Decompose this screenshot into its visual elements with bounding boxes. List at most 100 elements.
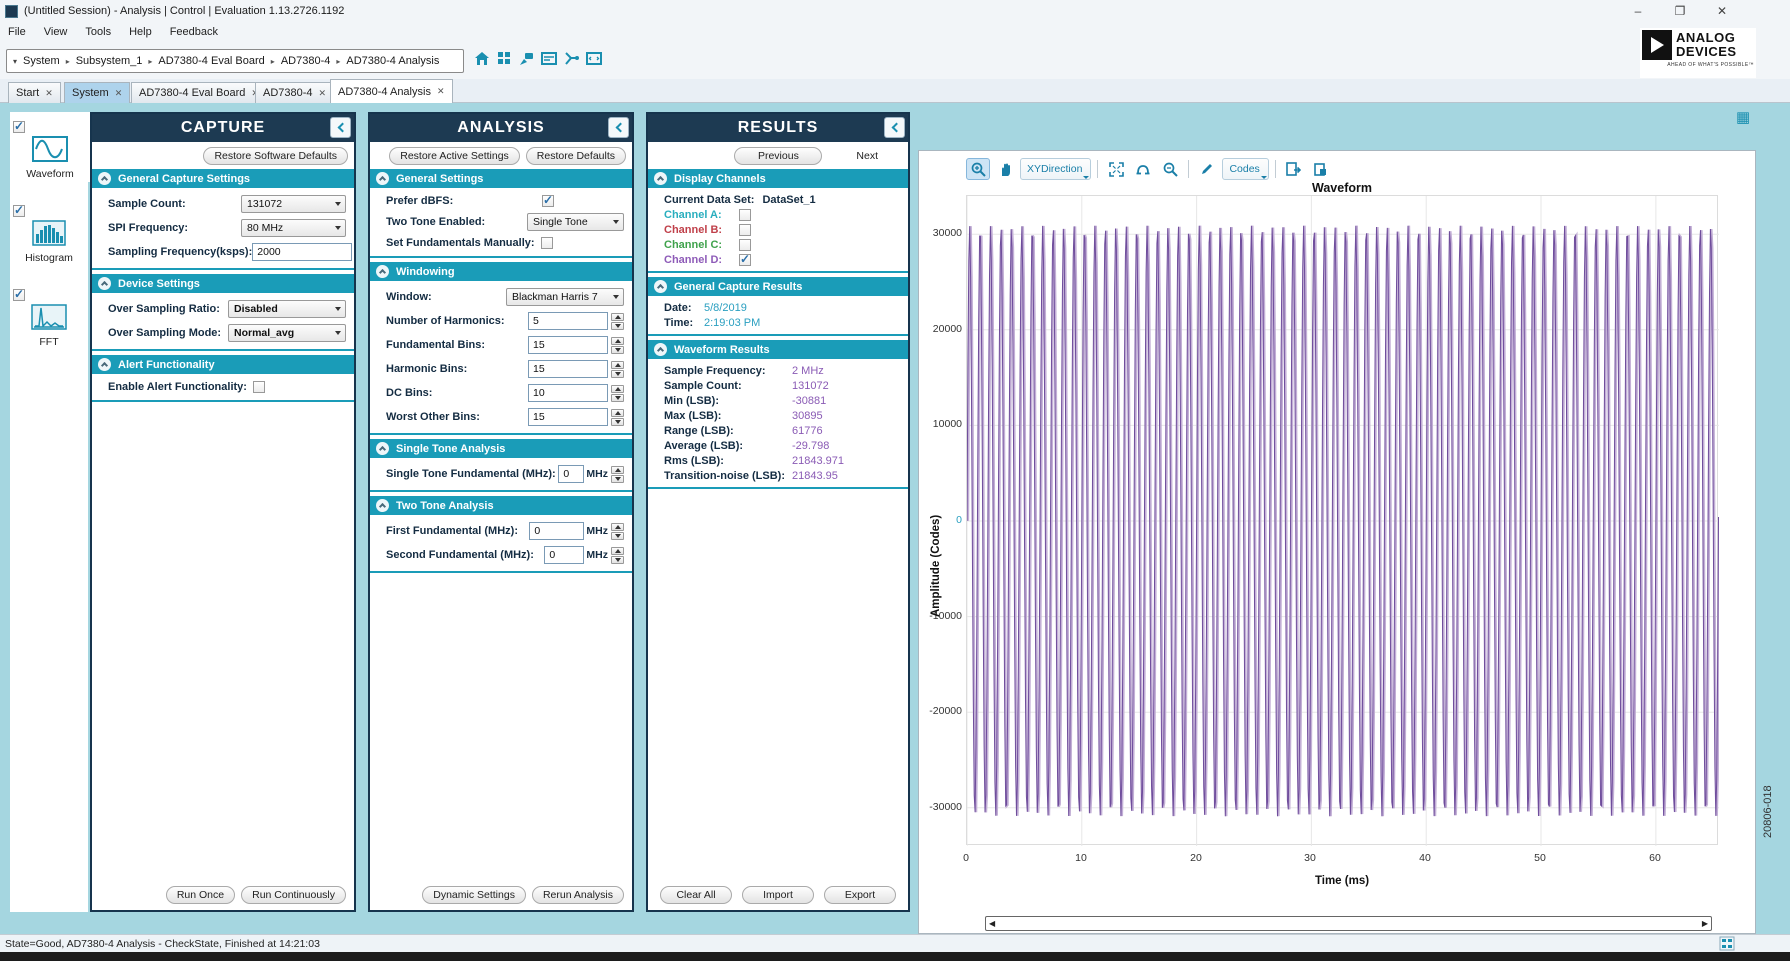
fundamental-bins-input[interactable] (528, 336, 608, 354)
over-sampling-ratio-dropdown[interactable]: Disabled (228, 300, 346, 318)
second-fundamental-input[interactable] (544, 546, 584, 564)
annotate-pencil-button[interactable] (1195, 158, 1219, 180)
fft-checkbox[interactable] (13, 289, 25, 301)
menu-tools[interactable]: Tools (85, 26, 111, 38)
collapse-section-icon[interactable] (376, 442, 389, 455)
fit-extents-button[interactable] (1104, 158, 1128, 180)
home-icon[interactable] (474, 51, 490, 66)
section-header[interactable]: Two Tone Analysis (370, 496, 632, 515)
xy-direction-button[interactable]: XYDirection (1020, 158, 1091, 180)
breadcrumb-eval-board[interactable]: AD7380-4 Eval Board (158, 55, 264, 67)
waveform-checkbox[interactable] (13, 121, 25, 133)
collapse-section-icon[interactable] (98, 358, 111, 371)
section-header[interactable]: Device Settings (92, 274, 354, 293)
spin-up-button[interactable] (611, 523, 624, 531)
run-once-button[interactable]: Run Once (166, 886, 235, 904)
spin-down-button[interactable] (611, 370, 624, 378)
components-icon[interactable] (497, 51, 512, 66)
sidebar-item-waveform[interactable]: Waveform (10, 112, 90, 182)
waveform-plot[interactable] (966, 195, 1718, 845)
tab-system[interactable]: System✕ (64, 82, 130, 103)
spin-down-button[interactable] (611, 418, 624, 426)
tab-start[interactable]: Start✕ (8, 82, 61, 103)
single-tone-fundamental-input[interactable] (558, 465, 584, 483)
channel-b-checkbox[interactable] (739, 224, 751, 236)
menu-feedback[interactable]: Feedback (170, 26, 218, 38)
over-sampling-mode-dropdown[interactable]: Normal_avg (228, 324, 346, 342)
spin-up-button[interactable] (611, 409, 624, 417)
close-tab-icon[interactable]: ✕ (115, 88, 123, 99)
spin-up-button[interactable] (611, 547, 624, 555)
spi-frequency-dropdown[interactable]: 80 MHz (241, 219, 346, 237)
window-dropdown[interactable]: Blackman Harris 7 (506, 288, 624, 306)
breadcrumb-analysis[interactable]: AD7380-4 Analysis (346, 55, 439, 67)
restore-software-defaults-button[interactable]: Restore Software Defaults (203, 147, 348, 165)
rerun-analysis-button[interactable]: Rerun Analysis (532, 886, 624, 904)
section-header[interactable]: Waveform Results (648, 340, 908, 359)
collapse-panel-button[interactable] (330, 117, 351, 138)
spin-up-button[interactable] (611, 313, 624, 321)
dynamic-settings-button[interactable]: Dynamic Settings (422, 886, 526, 904)
scroll-right-icon[interactable]: ▶ (1702, 919, 1708, 928)
restore-active-settings-button[interactable]: Restore Active Settings (389, 147, 520, 165)
restore-defaults-button[interactable]: Restore Defaults (526, 147, 626, 165)
spin-up-button[interactable] (611, 361, 624, 369)
chart-horizontal-scrollbar[interactable]: ◀ ▶ (985, 916, 1712, 931)
channel-a-checkbox[interactable] (739, 209, 751, 221)
zoom-region-button[interactable] (1158, 158, 1182, 180)
collapse-panel-button[interactable] (608, 117, 629, 138)
spin-up-button[interactable] (611, 337, 624, 345)
codes-units-button[interactable]: Codes (1222, 158, 1268, 180)
spin-down-button[interactable] (611, 475, 624, 483)
collapse-section-icon[interactable] (654, 280, 667, 293)
collapse-section-icon[interactable] (376, 172, 389, 185)
next-button[interactable]: Next (846, 147, 888, 165)
export-button[interactable]: Export (824, 886, 896, 904)
undo-zoom-button[interactable] (1131, 158, 1155, 180)
spin-down-button[interactable] (611, 394, 624, 402)
run-continuously-button[interactable]: Run Continuously (241, 886, 346, 904)
collapse-panel-button[interactable] (884, 117, 905, 138)
breadcrumb-subsystem[interactable]: Subsystem_1 (76, 55, 143, 67)
sidebar-item-histogram[interactable]: Histogram (10, 196, 88, 266)
script-icon[interactable] (586, 51, 602, 66)
dc-bins-input[interactable] (528, 384, 608, 402)
menu-view[interactable]: View (44, 26, 68, 38)
tab-eval-board[interactable]: AD7380-4 Eval Board✕ (131, 82, 267, 103)
breadcrumb-system[interactable]: System (23, 55, 60, 67)
collapse-section-icon[interactable] (98, 172, 111, 185)
minimize-button[interactable]: – (1630, 4, 1646, 18)
breadcrumb[interactable]: ▾ System ▸ Subsystem_1 ▸ AD7380-4 Eval B… (6, 49, 464, 73)
tab-analysis[interactable]: AD7380-4 Analysis✕ (330, 79, 453, 103)
first-fundamental-input[interactable] (529, 522, 584, 540)
import-button[interactable]: Import (742, 886, 814, 904)
register-map-icon[interactable] (541, 51, 557, 66)
menu-help[interactable]: Help (129, 26, 152, 38)
spin-up-button[interactable] (611, 466, 624, 474)
collapse-section-icon[interactable] (654, 343, 667, 356)
close-tab-icon[interactable]: ✕ (437, 86, 445, 97)
section-header[interactable]: General Settings (370, 169, 632, 188)
sample-count-dropdown[interactable]: 131072 (241, 195, 346, 213)
restore-button[interactable]: ❐ (1672, 4, 1688, 18)
zoom-in-tool-button[interactable] (966, 158, 990, 180)
breadcrumb-caret-icon[interactable]: ▾ (13, 57, 17, 66)
worst-other-bins-input[interactable] (528, 408, 608, 426)
spin-down-button[interactable] (611, 532, 624, 540)
breadcrumb-device[interactable]: AD7380-4 (281, 55, 331, 67)
collapse-section-icon[interactable] (376, 265, 389, 278)
previous-button[interactable]: Previous (734, 147, 822, 165)
section-header[interactable]: Display Channels (648, 169, 908, 188)
section-header[interactable]: General Capture Settings (92, 169, 354, 188)
tab-device[interactable]: AD7380-4✕ (255, 82, 334, 103)
scroll-left-icon[interactable]: ◀ (989, 919, 995, 928)
wand-icon[interactable] (519, 51, 534, 66)
channel-c-checkbox[interactable] (739, 239, 751, 251)
export-image-button[interactable] (1282, 158, 1306, 180)
spin-down-button[interactable] (611, 322, 624, 330)
number-of-harmonics-input[interactable] (528, 312, 608, 330)
copy-to-clipboard-button[interactable] (1309, 158, 1333, 180)
clear-all-button[interactable]: Clear All (660, 886, 732, 904)
spin-down-button[interactable] (611, 346, 624, 354)
spin-down-button[interactable] (611, 556, 624, 564)
